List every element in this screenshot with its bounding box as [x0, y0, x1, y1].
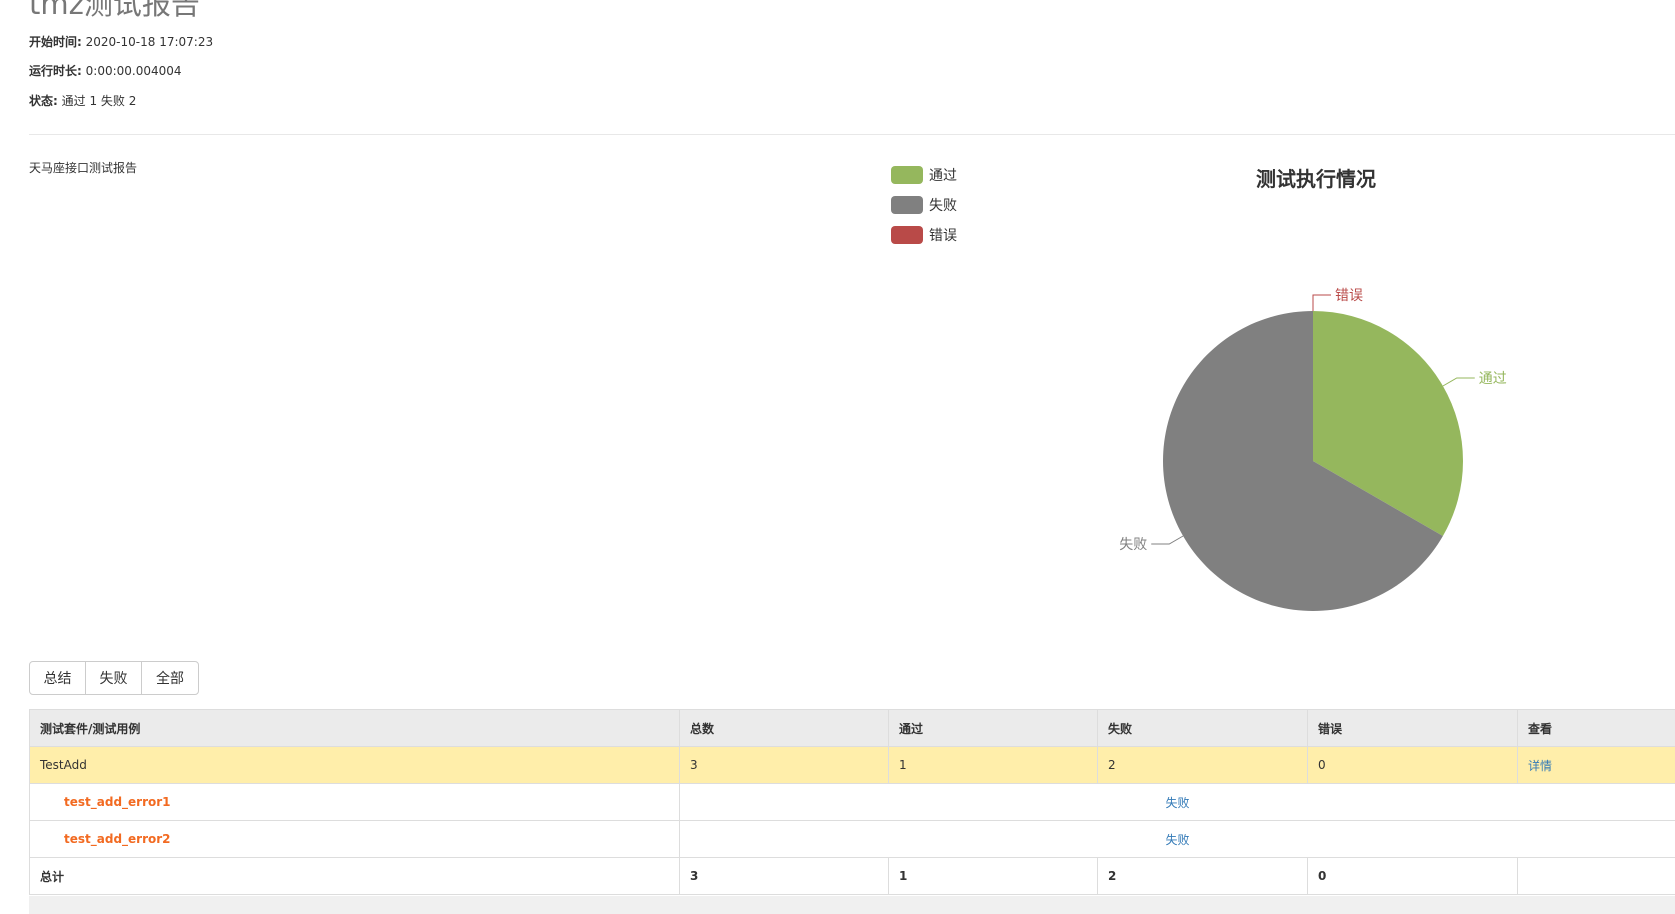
total-pass: 1: [888, 857, 1098, 895]
summary-button[interactable]: 总结: [29, 661, 86, 695]
chart-legend: 通过失败错误: [891, 166, 957, 244]
legend-label[interactable]: 失败: [929, 198, 957, 214]
pie-leader-line: [1151, 535, 1184, 545]
legend-swatch[interactable]: [891, 226, 923, 244]
total-row: 总计 3 1 2 0: [29, 857, 1675, 895]
failed-filter-button[interactable]: 失败: [85, 661, 142, 695]
total-view-empty: [1517, 857, 1675, 895]
table-row: test_add_error1 失败: [29, 783, 1675, 821]
horizontal-scrollbar[interactable]: [29, 896, 1675, 914]
case-status-link[interactable]: 失败: [1165, 833, 1189, 847]
result-table: 测试套件/测试用例 总数 通过 失败 错误 查看 TestAdd 3 1 2 0…: [29, 709, 1675, 895]
pie-slice-label: 失败: [1119, 537, 1147, 553]
pie-leader-line: [1442, 377, 1475, 387]
total-error: 0: [1307, 857, 1518, 895]
suite-view-cell: 详情: [1517, 746, 1675, 784]
filter-button-group: 总结 失败 全部: [29, 661, 199, 695]
case-name: test_add_error1: [29, 783, 680, 821]
pie-slices: [1163, 311, 1464, 611]
legend-swatch[interactable]: [891, 196, 923, 214]
total-label: 总计: [29, 857, 680, 895]
total-count: 3: [679, 857, 889, 895]
header-total: 总数: [679, 709, 889, 747]
suite-total: 3: [679, 746, 889, 784]
table-header-row: 测试套件/测试用例 总数 通过 失败 错误 查看: [29, 709, 1675, 747]
case-status-cell: 失败: [679, 783, 1675, 821]
suite-error: 0: [1307, 746, 1518, 784]
case-name: test_add_error2: [29, 820, 680, 858]
suite-fail: 2: [1097, 746, 1308, 784]
header-view: 查看: [1517, 709, 1675, 747]
pie-chart: 测试执行情况 通过失败错误 通过失败错误: [891, 166, 1507, 611]
header-suite-case: 测试套件/测试用例: [29, 709, 680, 747]
legend-label[interactable]: 错误: [929, 228, 957, 244]
suite-name: TestAdd: [29, 746, 680, 784]
pie-slice-label: 错误: [1335, 288, 1363, 304]
table-row: test_add_error2 失败: [29, 820, 1675, 858]
suite-pass: 1: [888, 746, 1098, 784]
pie-leader-line: [1312, 294, 1331, 311]
header-pass: 通过: [888, 709, 1098, 747]
suite-row: TestAdd 3 1 2 0 详情: [29, 746, 1675, 784]
case-status-cell: 失败: [679, 820, 1675, 858]
pie-slice-label: 通过: [1479, 371, 1507, 387]
all-filter-button[interactable]: 全部: [141, 661, 199, 695]
chart-title: 测试执行情况: [1256, 167, 1376, 191]
legend-swatch[interactable]: [891, 166, 923, 184]
header-error: 错误: [1307, 709, 1518, 747]
case-status-link[interactable]: 失败: [1165, 796, 1189, 810]
total-fail: 2: [1097, 857, 1308, 895]
details-link[interactable]: 详情: [1528, 759, 1552, 773]
legend-label[interactable]: 通过: [929, 168, 957, 184]
header-fail: 失败: [1097, 709, 1308, 747]
